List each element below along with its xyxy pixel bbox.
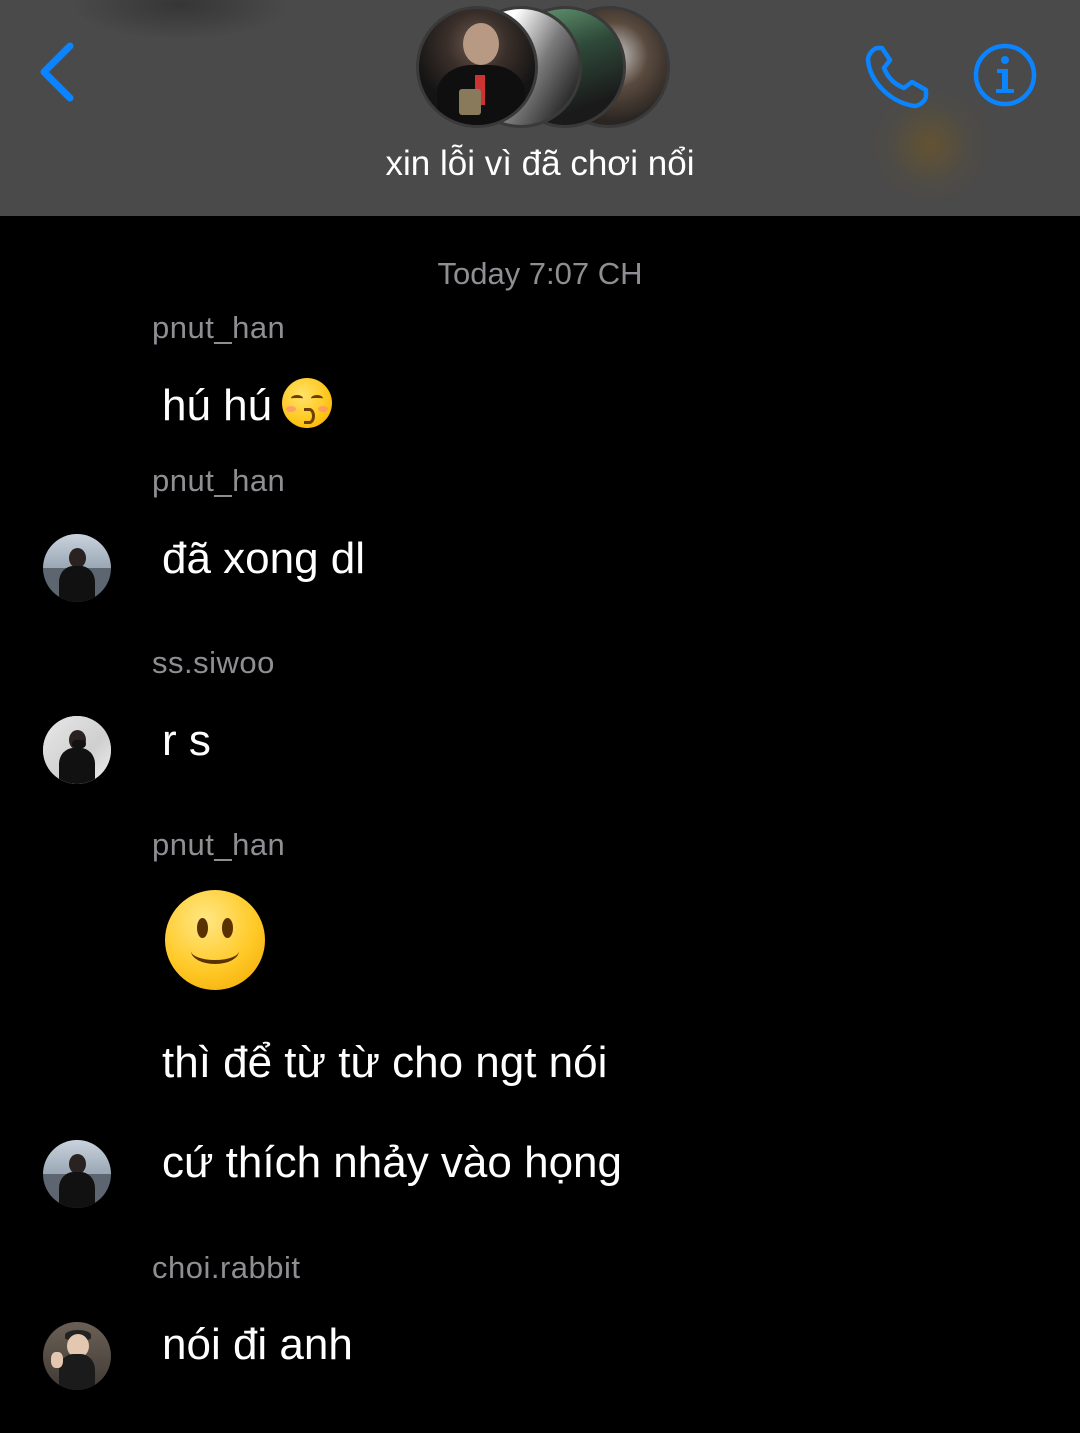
call-button[interactable] [860, 40, 934, 114]
timestamp: Today 7:07 CH [437, 256, 643, 291]
slightly-smiling-face-emoji-icon[interactable] [165, 890, 265, 990]
message-text[interactable]: thì để từ từ cho ngt nói [162, 1038, 607, 1088]
chat-header: xin lỗi vì đã chơi nổi [0, 0, 1080, 216]
message-text[interactable]: cứ thích nhảy vào họng [162, 1138, 622, 1188]
sender-name[interactable]: ss.siwoo [152, 645, 275, 681]
info-button[interactable] [972, 42, 1038, 108]
phone-icon [865, 45, 929, 109]
message-text[interactable]: nói đi anh [162, 1320, 353, 1370]
message-text[interactable]: đã xong dl [162, 534, 365, 584]
sender-name[interactable]: pnut_han [152, 310, 285, 346]
info-icon [973, 43, 1037, 107]
chat-title[interactable]: xin lỗi vì đã chơi nổi [0, 144, 1080, 184]
sender-name[interactable]: pnut_han [152, 463, 285, 499]
back-button[interactable] [30, 36, 90, 108]
message-text[interactable]: hú hú [162, 378, 333, 431]
message-text-content: hú hú [162, 381, 273, 430]
avatar[interactable] [43, 534, 111, 602]
kissing-face-emoji-icon [282, 378, 333, 428]
avatar[interactable] [43, 1140, 111, 1208]
group-avatar-stack[interactable] [412, 6, 674, 132]
sender-name[interactable]: choi.rabbit [152, 1250, 301, 1286]
group-avatar [416, 6, 538, 128]
message-text[interactable]: r s [162, 716, 211, 766]
avatar[interactable] [43, 1322, 111, 1390]
header-blur-shadow [70, 0, 290, 40]
chevron-left-icon [40, 42, 74, 102]
sender-name[interactable]: pnut_han [152, 827, 285, 863]
avatar[interactable] [43, 716, 111, 784]
